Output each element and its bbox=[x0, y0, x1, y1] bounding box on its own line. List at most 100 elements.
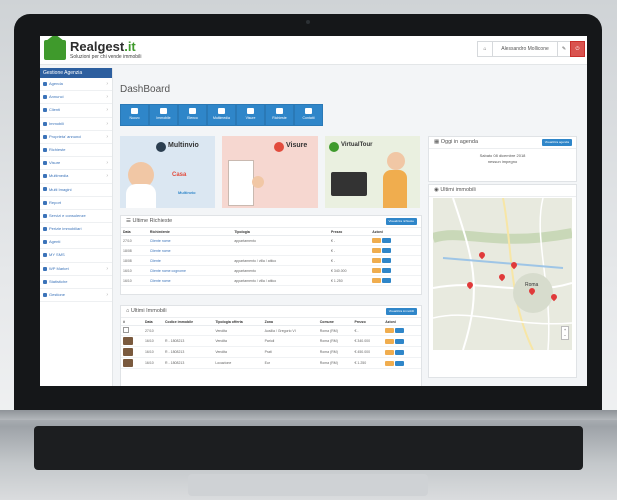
sidebar-item[interactable]: MY SMS bbox=[40, 249, 112, 263]
sidebar-item-label: Servizi e consulenze bbox=[49, 212, 86, 218]
menu-item-icon bbox=[43, 266, 47, 271]
sidebar-item[interactable]: Proprieta' annunci › bbox=[40, 131, 112, 144]
map-title: Ultimi immobili bbox=[440, 187, 476, 193]
brand-name[interactable]: Realgest.it bbox=[70, 39, 136, 54]
webcam bbox=[306, 20, 310, 24]
sidebar: Gestione Agenzia Agenda › Annunci › Clienti ›… bbox=[40, 68, 113, 386]
table-row: 16/10 R - 1808213 Locazione Eur Roma (RM) € 1… bbox=[121, 357, 421, 369]
banner-virtualtour[interactable]: VirtualTour bbox=[325, 136, 420, 208]
sidebar-item[interactable]: Gestione › bbox=[40, 289, 112, 303]
sidebar-item-label: Visure bbox=[49, 160, 61, 166]
edit-icon[interactable] bbox=[372, 248, 382, 253]
sidebar-item[interactable]: Multimedia › bbox=[40, 170, 112, 184]
map-zoom-control[interactable]: + − bbox=[561, 326, 569, 340]
tag-multinvio: Multinvio bbox=[178, 190, 196, 195]
cell-requester[interactable]: Cliente nome bbox=[147, 245, 233, 256]
view-properties-button[interactable]: Visualizza immobili bbox=[385, 308, 417, 315]
property-thumbnail[interactable] bbox=[123, 359, 133, 367]
cell-actions bbox=[370, 235, 421, 246]
view-agenda-button[interactable]: Visualizza agenda bbox=[541, 139, 572, 146]
sidebar-item-label: Perizie immobiliari bbox=[49, 226, 82, 232]
menu-item-icon bbox=[43, 292, 47, 297]
map-view[interactable]: Roma + − bbox=[433, 198, 572, 350]
quick-button-icon bbox=[218, 108, 225, 114]
cell-requester[interactable]: Cliente nome bbox=[147, 275, 233, 286]
quick-button[interactable]: Multimedia bbox=[207, 104, 236, 126]
sidebar-item[interactable]: Perizie immobiliari bbox=[40, 223, 112, 237]
wrench-icon[interactable]: ✎ bbox=[557, 41, 571, 57]
view-icon[interactable] bbox=[382, 268, 392, 273]
view-icon[interactable] bbox=[395, 349, 405, 355]
properties-title: Ultimi Immobili bbox=[130, 308, 167, 314]
view-icon[interactable] bbox=[395, 328, 405, 333]
quick-button[interactable]: Visure bbox=[236, 104, 265, 126]
quick-button[interactable]: Nuovo bbox=[120, 104, 149, 126]
agenda-empty: nessun impegno bbox=[487, 159, 518, 164]
agenda-header: ▦ Oggi in agenda Visualizza agenda bbox=[429, 137, 576, 149]
banner-multinvio[interactable]: Multinvio Casa Multinvio bbox=[120, 136, 215, 208]
user-menu-button[interactable]: Alessandro Mollicone bbox=[492, 41, 558, 57]
home-icon[interactable]: ⌂ bbox=[477, 41, 493, 57]
sidebar-item[interactable]: Richieste bbox=[40, 144, 112, 158]
zoom-out-button[interactable]: − bbox=[562, 333, 568, 339]
view-icon[interactable] bbox=[395, 338, 405, 344]
cell-requester[interactable]: Cliente bbox=[147, 255, 233, 266]
sidebar-item-label: Agenda bbox=[49, 81, 63, 86]
sidebar-item[interactable]: Servizi e consulenze bbox=[40, 210, 112, 224]
sidebar-item-label: Statistiche bbox=[49, 278, 68, 284]
laptop-touchpad bbox=[188, 474, 428, 496]
menu-item-icon bbox=[43, 279, 47, 284]
sidebar-item[interactable]: Multi Imagini bbox=[40, 184, 112, 197]
view-icon[interactable] bbox=[395, 360, 405, 366]
quick-button[interactable]: Elenco bbox=[178, 104, 207, 126]
checkbox[interactable] bbox=[123, 327, 129, 333]
column-header: Prezzo bbox=[329, 228, 371, 236]
edit-icon[interactable] bbox=[385, 360, 395, 366]
cell-type: appartamento / villa / attico bbox=[232, 255, 329, 266]
person-illustration bbox=[252, 176, 264, 188]
banner-virtualtour-title: VirtualTour bbox=[341, 142, 373, 148]
edit-icon[interactable] bbox=[372, 238, 382, 243]
edit-icon[interactable] bbox=[372, 258, 382, 263]
sidebar-item[interactable]: Immobili › bbox=[40, 118, 112, 131]
sidebar-item[interactable]: Visure › bbox=[40, 157, 112, 171]
edit-icon[interactable] bbox=[372, 278, 382, 283]
property-thumbnail[interactable] bbox=[123, 337, 133, 345]
cell-price: € 1.250 bbox=[352, 357, 384, 369]
sidebar-item[interactable]: Agenti bbox=[40, 236, 112, 250]
view-icon[interactable] bbox=[382, 258, 392, 263]
cell-zone: Ausilia / Gregorio VI bbox=[262, 325, 318, 336]
menu-item-icon bbox=[43, 121, 47, 126]
quick-button[interactable]: Richieste bbox=[265, 104, 294, 126]
cell-requester[interactable]: Cliente nome bbox=[147, 235, 233, 246]
cell-requester[interactable]: Cliente nome cognome bbox=[147, 265, 233, 276]
chevron-right-icon: › bbox=[106, 94, 108, 101]
menu-item-icon bbox=[43, 161, 47, 166]
cell-actions bbox=[383, 335, 421, 347]
quick-button[interactable]: Immobile bbox=[149, 104, 178, 126]
quick-button[interactable]: Contatti bbox=[294, 104, 323, 126]
sidebar-item[interactable]: Agenda › bbox=[40, 78, 112, 92]
edit-icon[interactable] bbox=[385, 338, 395, 344]
sidebar-item[interactable]: WP Market › bbox=[40, 263, 112, 276]
view-icon[interactable] bbox=[382, 238, 392, 243]
sidebar-title: Gestione Agenzia bbox=[40, 68, 112, 78]
banner-visure[interactable]: Visure bbox=[222, 136, 318, 208]
sidebar-item[interactable]: Annunci › bbox=[40, 91, 112, 105]
sidebar-item[interactable]: Statistiche bbox=[40, 276, 112, 289]
sidebar-item[interactable]: Clienti › bbox=[40, 104, 112, 118]
cell-actions bbox=[383, 325, 421, 336]
edit-icon[interactable] bbox=[385, 349, 395, 355]
property-thumbnail[interactable] bbox=[123, 348, 133, 356]
person-body bbox=[126, 184, 156, 208]
view-icon[interactable] bbox=[382, 278, 392, 283]
edit-icon[interactable] bbox=[385, 328, 395, 333]
chevron-right-icon: › bbox=[106, 107, 108, 114]
view-requests-button[interactable]: Visualizza richieste bbox=[385, 218, 417, 225]
quick-button-label: Immobile bbox=[156, 116, 171, 120]
cell-actions bbox=[383, 357, 421, 369]
edit-icon[interactable] bbox=[372, 268, 382, 273]
sidebar-item[interactable]: Report bbox=[40, 197, 112, 210]
view-icon[interactable] bbox=[382, 248, 392, 253]
power-icon[interactable]: ⏻ bbox=[570, 41, 585, 57]
